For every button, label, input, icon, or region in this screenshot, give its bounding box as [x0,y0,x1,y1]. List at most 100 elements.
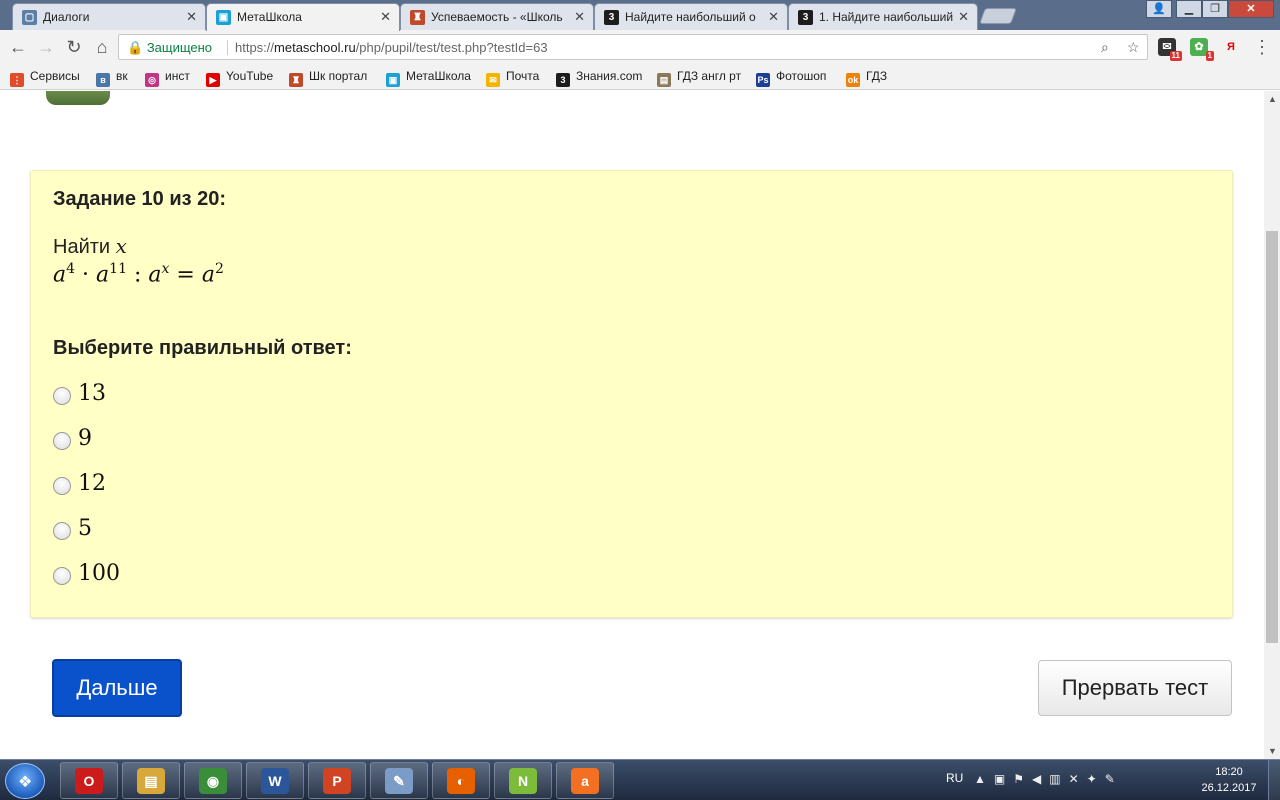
mail-icon: ✉ [486,73,500,87]
forward-arrow-icon[interactable]: → [34,35,58,59]
tab-title: Диалоги [43,10,90,24]
tray-tool-icon[interactable]: ✕ [1069,772,1087,786]
url-text[interactable]: https://metaschool.ru/php/pupil/test/tes… [235,40,548,55]
powerpoint-icon: P [323,768,351,794]
tab-znanija-2[interactable]: 3 1. Найдите наибольший ✕ [788,3,978,30]
bookmark-label: вк [116,69,128,83]
close-icon[interactable]: ✕ [380,9,391,25]
photoshop-icon: Ps [756,73,770,87]
back-arrow-icon[interactable]: ← [6,35,30,59]
start-button[interactable]: ❖ [5,763,45,799]
bookmark-label: Сервисы [30,69,80,83]
taskbar-chrome[interactable]: ◉ [184,762,242,799]
vk-icon: в [96,73,110,87]
taskbar-avast[interactable]: a [556,762,614,799]
answer-radio[interactable] [53,387,71,405]
browser-toolbar: ← → ↻ ⌂ 🔒 Защищено https://metaschool.ru… [0,30,1280,64]
mail-extension-icon[interactable]: ✉ 11 [1158,38,1182,61]
user-profile-button[interactable]: 👤 [1146,0,1172,18]
answer-label[interactable]: 9 [78,426,92,451]
tab-strip: ▢ Диалоги ✕ ▣ МетаШкола ✕ ♜ Успеваемость… [0,0,1280,31]
tab-dialogs[interactable]: ▢ Диалоги ✕ [12,3,206,30]
yandex-label: Я [1227,41,1235,53]
question-prefix: Найти [53,236,111,258]
secure-indicator[interactable]: 🔒 Защищено [127,40,212,56]
show-desktop-button[interactable] [1268,760,1280,800]
maximize-button[interactable]: ❐ [1202,0,1228,18]
bookmark-school-portal[interactable]: ♜ Шк портал [289,69,367,87]
bookmark-instagram[interactable]: ◎ инст [145,69,190,87]
close-icon[interactable]: ✕ [574,9,585,25]
bookmark-label: YouTube [226,69,274,83]
tray-app-icon[interactable]: ▣ [994,772,1013,786]
taskbar-opera[interactable]: O [60,762,118,799]
answer-radio[interactable] [53,477,71,495]
address-bar[interactable]: 🔒 Защищено https://metaschool.ru/php/pup… [118,34,1148,60]
taskbar-explorer[interactable]: ▤ [122,762,180,799]
bookmark-youtube[interactable]: ▶ YouTube [206,69,273,87]
gdz-icon: ▤ [657,73,671,87]
taskbar-paint[interactable]: ✎ [370,762,428,799]
bookmark-photoshop[interactable]: Ps Фотошоп [756,69,826,87]
bookmark-star-icon[interactable]: ☆ [1127,39,1140,56]
tab-uspevaemost[interactable]: ♜ Успеваемость - «Школь ✕ [400,3,594,30]
answer-label[interactable]: 5 [78,516,92,541]
system-clock[interactable]: 18:20 26.12.2017 [1196,764,1262,796]
tray-flag-icon[interactable]: ⚑ [1013,772,1032,786]
home-icon[interactable]: ⌂ [90,35,114,59]
school-portal-icon: ♜ [289,73,303,87]
taskbar-firefox[interactable]: ◐ [432,762,490,799]
new-tab-button[interactable] [979,8,1017,24]
close-icon[interactable]: ✕ [768,9,779,25]
bookmark-gdz[interactable]: ok ГДЗ [846,69,887,87]
abort-test-button[interactable]: Прервать тест [1038,660,1232,716]
vk-dialogs-icon: ▢ [22,10,37,25]
answer-label[interactable]: 12 [78,471,106,496]
window-close-button[interactable]: ✕ [1228,0,1274,18]
close-icon[interactable]: ✕ [186,9,197,25]
tray-update-icon[interactable]: ✎ [1105,772,1123,786]
bookmark-mail[interactable]: ✉ Почта [486,69,539,87]
bookmark-metaschool[interactable]: ▣ МетаШкола [386,69,471,87]
bookmark-znanija[interactable]: 3 Знания.com [556,69,642,87]
tab-metaschool[interactable]: ▣ МетаШкола ✕ [206,3,400,31]
tray-avast-icon[interactable]: ✦ [1087,772,1105,786]
bookmark-vk[interactable]: в вк [96,69,128,87]
answer-label[interactable]: 100 [78,561,120,586]
tray-expand-icon[interactable]: ▲ [974,772,994,786]
volume-icon[interactable]: ◀ [1032,772,1049,786]
tab-title: Успеваемость - «Школь [431,10,563,24]
task-card: Задание 10 из 20: Найти x a4 · a11 : ax … [30,170,1233,618]
scrollbar-thumb[interactable] [1266,231,1278,643]
task-formula: a4 · a11 : ax = a2 [53,261,224,288]
answer-radio[interactable] [53,567,71,585]
answer-label[interactable]: 13 [78,381,106,406]
taskbar-notepad-plus[interactable]: N [494,762,552,799]
answer-radio[interactable] [53,432,71,450]
menu-icon[interactable]: ⋮ [1250,35,1274,59]
notepad-plus-icon: N [509,768,537,794]
reload-icon[interactable]: ↻ [62,35,86,59]
network-icon[interactable]: ▥ [1049,772,1068,786]
tab-title: МетаШкола [237,10,302,24]
file-explorer-icon: ▤ [137,768,165,794]
bookmark-services[interactable]: ⋮ Сервисы [10,69,80,87]
bookmark-label: Почта [506,69,540,83]
minimize-button[interactable]: ▁ [1176,0,1202,18]
next-button[interactable]: Дальше [52,659,182,717]
answer-radio[interactable] [53,522,71,540]
language-indicator[interactable]: RU [946,771,963,785]
taskbar-word[interactable]: W [246,762,304,799]
zoom-icon[interactable]: ⌕ [1101,39,1109,56]
tab-znanija-1[interactable]: 3 Найдите наибольший о ✕ [594,3,788,30]
taskbar-powerpoint[interactable]: P [308,762,366,799]
close-icon[interactable]: ✕ [958,9,969,25]
bookmark-gdz-english[interactable]: ▤ ГДЗ англ рт [657,69,741,87]
yandex-icon[interactable]: Я [1222,38,1240,56]
url-path: /php/pupil/test/test.php?testId=63 [355,40,548,55]
instagram-icon: ◎ [145,73,159,87]
page-scrollbar[interactable]: ▲ ▼ [1264,91,1280,759]
scroll-down-icon[interactable]: ▼ [1268,746,1277,756]
addon-extension-icon[interactable]: ✿ 1 [1190,38,1214,61]
scroll-up-icon[interactable]: ▲ [1268,94,1277,104]
